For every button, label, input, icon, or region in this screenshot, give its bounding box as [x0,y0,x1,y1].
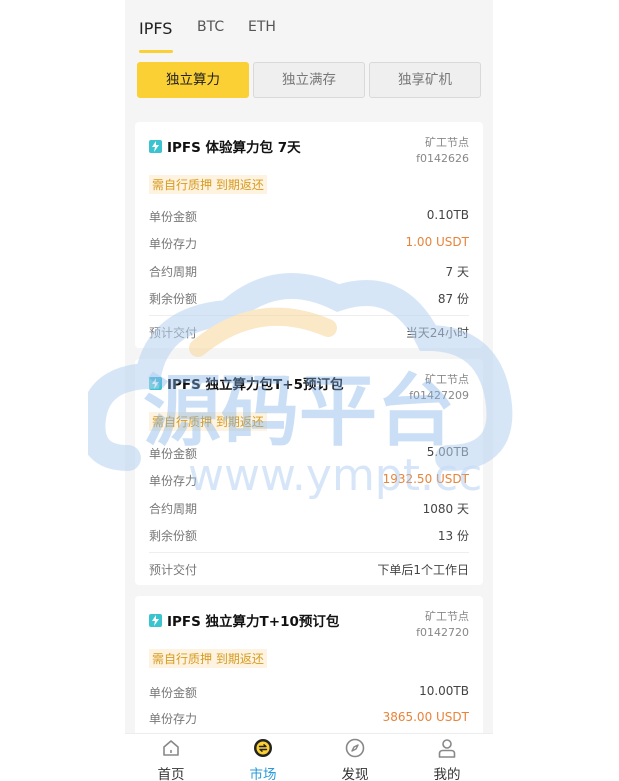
row-label: 单份存力 [149,237,198,251]
bolt-icon [149,376,162,390]
row-delivery: 预计交付 当天24小时 [149,324,469,344]
product-title-text: IPFS 独立算力包T+5预订包 [167,377,344,393]
node-label: 矿工节点 [425,136,469,149]
row-value: 3865.00 USDT [382,710,469,724]
row-unit-deposit: 单份存力 1.00 USDT [149,235,469,255]
compass-icon [345,738,365,758]
row-value: 1080 天 [422,502,469,516]
node-id: f0142720 [416,626,469,639]
active-tab-indicator [139,50,173,53]
bolt-icon [149,613,162,627]
tab-btc[interactable]: BTC [197,19,224,35]
row-period: 合约周期 7 天 [149,263,469,283]
row-label: 合约周期 [149,265,198,279]
product-card[interactable]: IPFS 独立算力包T+5预订包 矿工节点 f01427209 需自行质押 到期… [135,359,483,585]
product-card[interactable]: IPFS 体验算力包 7天 矿工节点 f0142626 需自行质押 到期返还 单… [135,122,483,348]
nav-mine[interactable]: 我的 [401,734,493,781]
pledge-tag: 需自行质押 到期返还 [149,175,267,194]
row-label: 剩余份额 [149,529,198,543]
row-remaining: 剩余份额 13 份 [149,527,469,547]
row-label: 单份存力 [149,474,198,488]
tab-eth[interactable]: ETH [248,19,276,35]
node-id: f01427209 [409,389,469,402]
row-label: 单份存力 [149,712,198,726]
row-value: 0.10TB [426,208,469,222]
divider [149,315,469,316]
home-icon [163,740,179,756]
row-label: 单份金额 [149,210,198,224]
product-title: IPFS 独立算力包T+5预订包 [149,373,343,393]
nav-market[interactable]: 市场 [217,734,309,781]
row-unit-amount: 单份金额 5.00TB [149,445,469,465]
product-title-text: IPFS 体验算力包 7天 [167,140,301,156]
row-value: 7 天 [445,265,469,279]
row-value: 10.00TB [419,684,469,698]
user-icon [438,739,456,758]
nav-label: 首页 [157,767,185,781]
row-value: 13 份 [437,529,469,543]
row-unit-deposit: 单份存力 3865.00 USDT [149,710,469,730]
pledge-tag: 需自行质押 到期返还 [149,649,267,668]
row-value: 1.00 USDT [405,235,469,249]
divider [149,552,469,553]
node-id: f0142626 [416,152,469,165]
row-label: 单份金额 [149,686,198,700]
row-delivery: 预计交付 下单后1个工作日 [149,561,469,581]
row-unit-amount: 单份金额 0.10TB [149,208,469,228]
product-title: IPFS 体验算力包 7天 [149,136,301,156]
coin-tabs: IPFS BTC ETH [125,0,493,53]
row-value: 87 份 [437,292,469,306]
row-label: 预计交付 [149,326,198,340]
row-value: 下单后1个工作日 [377,563,469,577]
node-label: 矿工节点 [425,610,469,623]
row-label: 预计交付 [149,563,198,577]
nav-discover[interactable]: 发现 [309,734,401,781]
nav-label: 发现 [341,767,369,781]
row-remaining: 剩余份额 87 份 [149,290,469,310]
row-value: 当天24小时 [405,326,469,340]
row-label: 合约周期 [149,502,198,516]
nav-label: 我的 [433,767,461,781]
tab-exclusive-miner[interactable]: 独享矿机 [369,62,481,98]
exchange-icon [254,739,272,757]
phone-screen: IPFS BTC ETH 独立算力 独立满存 独享矿机 IPFS 体验算力包 7… [125,0,493,781]
node-label: 矿工节点 [425,373,469,386]
product-title: IPFS 独立算力T+10预订包 [149,610,339,630]
row-unit-amount: 单份金额 10.00TB [149,684,469,704]
pledge-tag: 需自行质押 到期返还 [149,412,267,431]
tab-independent-full-storage[interactable]: 独立满存 [253,62,365,98]
nav-label: 市场 [249,767,277,781]
row-value: 1932.50 USDT [382,472,469,486]
row-value: 5.00TB [426,445,469,459]
bottom-nav: 首页 市场 发现 我的 [125,733,493,781]
tab-ipfs[interactable]: IPFS [139,19,172,38]
tab-independent-power[interactable]: 独立算力 [137,62,249,98]
row-period: 合约周期 1080 天 [149,500,469,520]
product-title-text: IPFS 独立算力T+10预订包 [167,614,340,630]
row-unit-deposit: 单份存力 1932.50 USDT [149,472,469,492]
nav-home[interactable]: 首页 [125,734,217,781]
row-label: 剩余份额 [149,292,198,306]
row-label: 单份金额 [149,447,198,461]
bolt-icon [149,139,162,153]
